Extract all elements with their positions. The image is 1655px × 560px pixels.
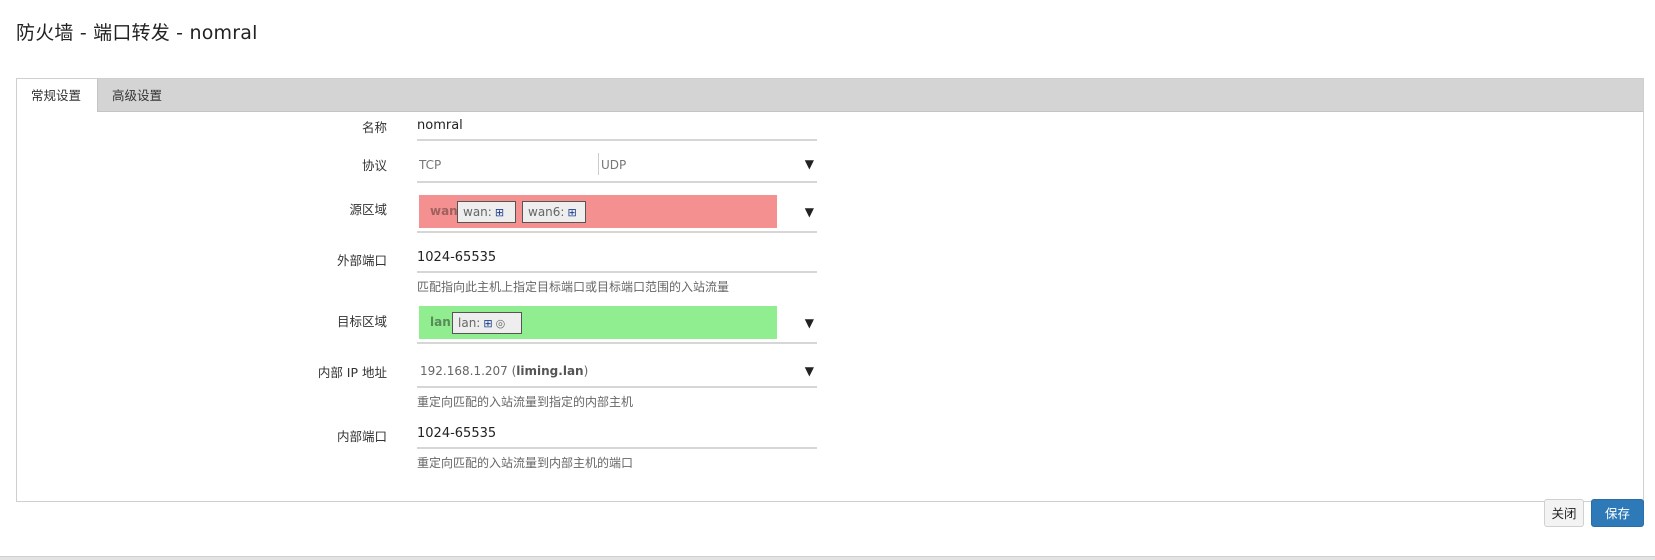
wireless-icon: ◎ <box>495 317 506 330</box>
internal-port-input[interactable]: 1024-65535 <box>417 423 817 449</box>
internal-ip-select[interactable]: 192.168.1.207 (liming.lan) ▼ <box>417 357 817 388</box>
name-input[interactable]: nomral <box>417 115 817 141</box>
close-button[interactable]: 关闭 <box>1544 499 1584 527</box>
protocol-label: 协议 <box>361 158 387 173</box>
network-adapter-icon: ⊞ <box>494 206 505 219</box>
protocol-divider <box>598 153 599 175</box>
internal-port-value: 1024-65535 <box>417 426 497 441</box>
dest-zone-badge: lan lan: ⊞ ◎ <box>419 306 777 339</box>
lan-network-chip: lan: ⊞ ◎ <box>452 312 522 334</box>
protocol-option-udp[interactable]: UDP <box>601 158 626 172</box>
external-port-description: 匹配指向此主机上指定目标端口或目标端口范围的入站流量 <box>417 280 730 294</box>
internal-port-label: 内部端口 <box>336 429 387 444</box>
external-port-label: 外部端口 <box>336 253 387 268</box>
wan-network-chip: wan: ⊞ <box>457 201 516 223</box>
internal-ip-value: 192.168.1.207 (liming.lan) <box>420 364 589 378</box>
dest-zone-label: 目标区域 <box>336 314 387 329</box>
save-button[interactable]: 保存 <box>1591 499 1644 527</box>
tab-bar: 常规设置 高级设置 <box>17 79 1643 112</box>
network-adapter-icon: ⊞ <box>567 206 577 219</box>
chevron-down-icon[interactable]: ▼ <box>805 205 814 219</box>
modal-dialog: 防火墙 - 端口转发 - nomral 常规设置 高级设置 名称 nomral … <box>0 0 1655 557</box>
network-adapter-icon: ⊞ <box>483 317 493 330</box>
tab-advanced-settings[interactable]: 高级设置 <box>98 79 188 112</box>
internal-ip-label: 内部 IP 地址 <box>317 365 387 380</box>
internal-ip-description: 重定向匹配的入站流量到指定的内部主机 <box>417 395 634 409</box>
protocol-option-tcp[interactable]: TCP <box>419 158 441 172</box>
settings-panel: 常规设置 高级设置 名称 nomral 协议 TCP UDP ▼ 源区域 wan… <box>16 78 1644 502</box>
external-port-value: 1024-65535 <box>417 250 497 265</box>
source-zone-badge: wan wan: ⊞ wan6: ⊞ <box>419 195 777 228</box>
tab-general-settings[interactable]: 常规设置 <box>17 79 98 112</box>
modal-title: 防火墙 - 端口转发 - nomral <box>16 22 258 44</box>
protocol-select[interactable]: TCP UDP ▼ <box>417 149 817 183</box>
source-zone-select[interactable]: wan wan: ⊞ wan6: ⊞ ▼ <box>417 193 817 233</box>
name-value: nomral <box>417 118 463 133</box>
internal-ip-hostname: liming.lan <box>516 364 584 378</box>
external-port-input[interactable]: 1024-65535 <box>417 247 817 273</box>
chevron-down-icon[interactable]: ▼ <box>805 157 814 171</box>
dest-zone-select[interactable]: lan lan: ⊞ ◎ ▼ <box>417 304 817 344</box>
source-zone-label: 源区域 <box>349 202 387 217</box>
source-zone-name: wan <box>430 204 458 218</box>
chevron-down-icon[interactable]: ▼ <box>805 316 814 330</box>
wan6-network-chip: wan6: ⊞ <box>522 201 586 223</box>
name-label: 名称 <box>361 120 387 135</box>
chevron-down-icon[interactable]: ▼ <box>805 364 814 378</box>
internal-port-description: 重定向匹配的入站流量到内部主机的端口 <box>417 456 634 470</box>
dest-zone-name: lan <box>430 315 451 329</box>
